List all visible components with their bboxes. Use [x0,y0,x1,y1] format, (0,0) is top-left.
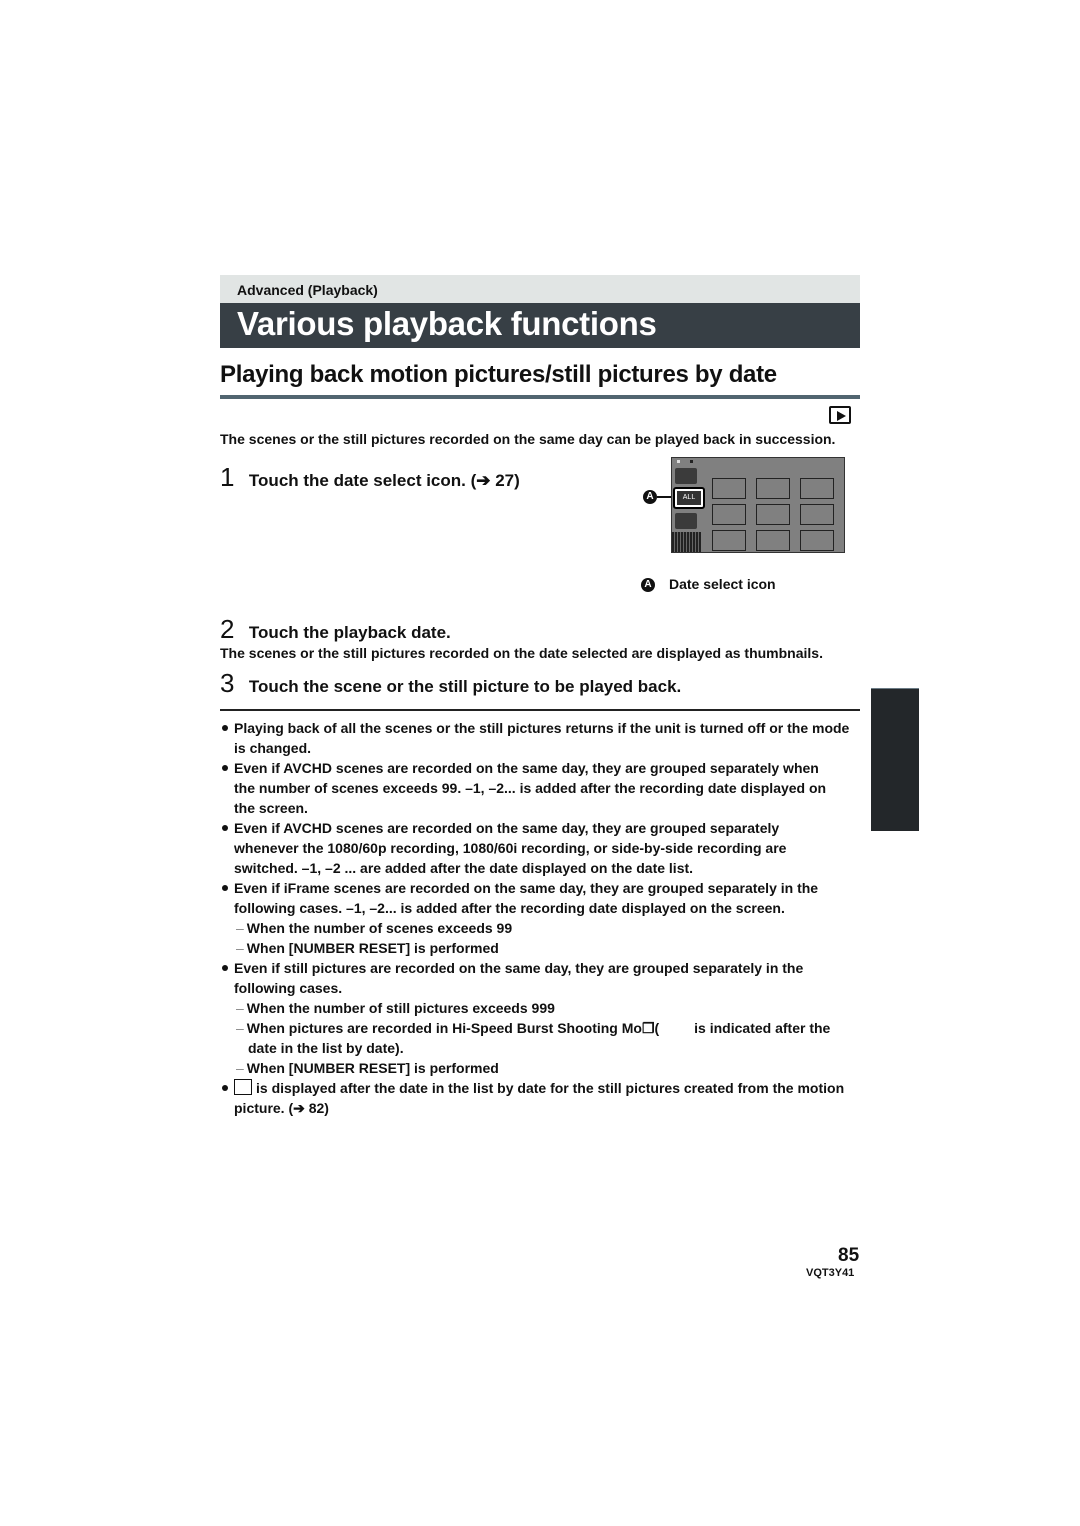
note-bullet: Even if still pictures are recorded on t… [222,958,849,978]
step-1: 1 Touch the date select icon. (➔ 27) [220,462,520,493]
step-number: 1 [220,462,235,492]
step-2: 2 Touch the playback date. [220,614,451,645]
note-text: following cases. –1, –2... is added afte… [234,900,785,916]
note-continuation: switched. –1, –2 ... are added after the… [222,858,849,878]
notes-list: Playing back of all the scenes or the st… [222,718,849,1118]
thumbnail[interactable] [756,478,790,499]
dash-marker: – [236,1060,244,1076]
note-continuation: is changed. [222,738,849,758]
indicator-dot [690,460,693,463]
note-bullet: Playing back of all the scenes or the st… [222,718,849,738]
note-continuation: the number of scenes exceeds 99. –1, –2.… [222,778,849,798]
note-subitem: – When [NUMBER RESET] is performed [222,1058,849,1078]
note-continuation: the screen. [222,798,849,818]
playback-mode-icon [829,406,851,424]
note-text: picture. (➔ 82) [234,1100,329,1116]
note-continuation: date in the list by date). [222,1038,849,1058]
note-continuation: following cases. –1, –2... is added afte… [222,898,849,918]
note-subitem: – When [NUMBER RESET] is performed [222,938,849,958]
note-text: Even if AVCHD scenes are recorded on the… [234,760,819,776]
note-text: following cases. [234,980,343,996]
note-text: date in the list by date). [248,1040,404,1056]
dash-marker: – [236,1000,244,1016]
note-bullet: is displayed after the date in the list … [222,1078,849,1098]
thumbnail[interactable] [712,478,746,499]
camera-screen-figure: ALL [671,457,845,553]
bullet-icon [222,825,228,832]
bullet-icon [222,885,228,892]
note-text: the screen. [234,800,308,816]
step-number: 3 [220,668,235,698]
bullet-icon [222,725,228,732]
section-label: Advanced (Playback) [237,282,378,298]
still-from-motion-icon [234,1079,252,1096]
note-subitem: – When the number of still pictures excee… [222,998,849,1018]
note-continuation: picture. (➔ 82) [222,1098,849,1118]
page-title: Various playback functions [237,305,657,342]
step-text: Touch the playback date. [248,623,451,642]
note-subitem: – When pictures are recorded in Hi-Speed … [222,1018,849,1038]
note-text: the number of scenes exceeds 99. –1, –2.… [234,780,827,796]
bullet-icon [222,1085,228,1092]
figure-caption: Date select icon [669,576,776,592]
dash-marker: – [236,1020,244,1036]
date-select-icon[interactable]: ALL [673,487,705,509]
step-2-detail: The scenes or the still pictures recorde… [220,645,823,661]
step-text: Touch the scene or the still picture to … [248,677,682,696]
note-text: When the number of scenes exceeds 99 [246,920,513,936]
subtitle-rule [220,395,860,399]
change-mode-icon[interactable] [675,468,697,484]
note-text: Playing back of all the scenes or the st… [234,720,850,736]
note-bullet: Even if AVCHD scenes are recorded on the… [222,818,849,838]
thumbnail[interactable] [756,504,790,525]
note-text: whenever the 1080/60p recording, 1080/60… [234,840,787,856]
thumbnail[interactable] [800,478,834,499]
step-3: 3 Touch the scene or the still picture t… [220,668,681,699]
thumbnail[interactable] [712,530,746,551]
notes-divider [220,709,860,711]
note-text: is changed. [234,740,312,756]
note-text: Even if still pictures are recorded on t… [234,960,804,976]
note-bullet: Even if iFrame scenes are recorded on th… [222,878,849,898]
note-text: is displayed after the date in the list … [256,1080,845,1096]
bullet-icon [222,765,228,772]
note-text: Even if AVCHD scenes are recorded on the… [234,820,780,836]
thumbnail[interactable] [712,504,746,525]
play-mode-icon[interactable] [675,513,697,529]
chapter-side-tab [871,688,919,831]
note-text: Even if iFrame scenes are recorded on th… [234,880,819,896]
note-text: When [NUMBER RESET] is performed [246,940,499,956]
marker-a-caption: A [641,578,655,592]
all-label: ALL [677,491,701,505]
note-text: switched. –1, –2 ... are added after the… [234,860,694,876]
step-number: 2 [220,614,235,644]
note-text: When [NUMBER RESET] is performed [246,1060,499,1076]
page-scroll-icon[interactable] [672,532,701,552]
note-text: When the number of still pictures exceed… [246,1000,555,1016]
thumbnail[interactable] [756,530,790,551]
thumbnail[interactable] [800,504,834,525]
dash-marker: – [236,920,244,936]
indicator-dot [677,460,680,463]
step-text: Touch the date select icon. (➔ 27) [248,471,520,490]
page-number: 85 [838,1245,860,1266]
note-continuation: whenever the 1080/60p recording, 1080/60… [222,838,849,858]
note-continuation: following cases. [222,978,849,998]
thumbnail[interactable] [800,530,834,551]
marker-a: A [643,490,657,504]
subtitle: Playing back motion pictures/still pictu… [220,361,777,388]
bullet-icon [222,965,228,972]
document-code: VQT3Y41 [806,1267,855,1279]
note-text: When pictures are recorded in Hi-Speed B… [246,1020,831,1036]
dash-marker: – [236,940,244,956]
note-subitem: – When the number of scenes exceeds 99 [222,918,849,938]
note-bullet: Even if AVCHD scenes are recorded on the… [222,758,849,778]
intro-text: The scenes or the still pictures recorde… [220,431,836,447]
